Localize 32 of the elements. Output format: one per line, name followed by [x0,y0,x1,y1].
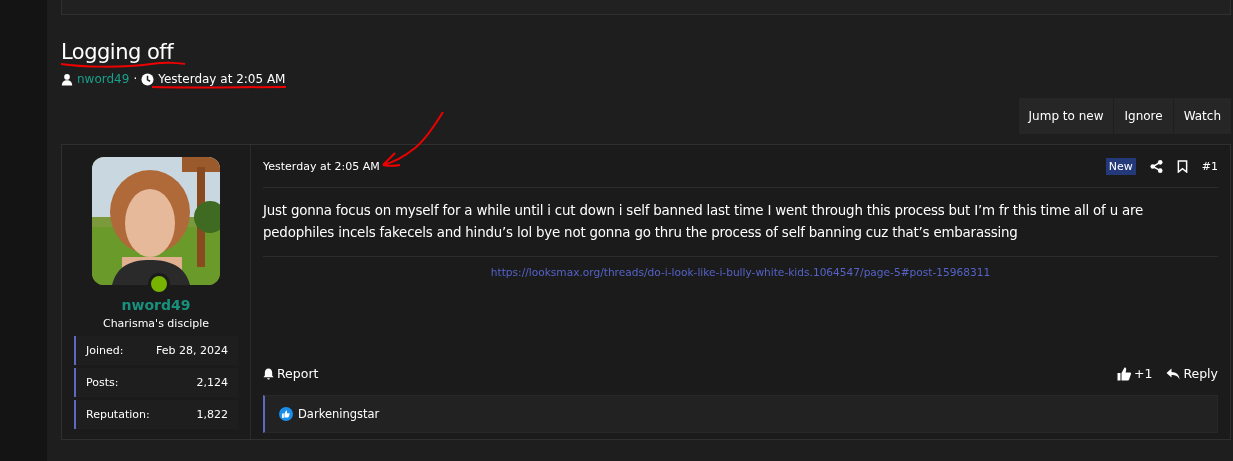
user-icon [61,72,73,86]
stat-value: 2,124 [196,376,228,389]
like-reaction-icon [279,407,293,421]
reaction-user-link[interactable]: Darkeningstar [298,407,380,421]
thread-date: Yesterday at 2:05 AM [158,72,286,86]
username-link[interactable]: nword49 [121,297,191,313]
author-link[interactable]: nword49 [77,72,130,86]
stat-value: 1,822 [196,408,228,421]
separator: · [133,72,138,86]
new-badge: New [1105,157,1136,175]
user-title: Charisma's disciple [102,317,210,330]
bookmark-icon[interactable] [1176,159,1188,173]
post-date-link[interactable]: Yesterday at 2:05 AM [263,159,380,173]
report-link[interactable]: Report [263,366,319,381]
clock-icon [141,72,155,86]
post-number-link[interactable]: #1 [1201,159,1218,173]
thumbs-up-icon [1116,366,1131,381]
thread-action-button[interactable]: Watch [1172,98,1231,134]
like-button[interactable]: +1 [1116,366,1153,381]
post-body: Just gonna focus on myself for a while until i cut down i self banned last time I went through this process but I’m fr this time all of u are pedophiles incels fakecels and hindu’s lol bye not gonna go thru the process of self banning cuz that’s embarassing [263,202,1145,242]
bell-icon [263,367,274,380]
thread-title: Logging off [61,41,174,63]
stat-label: Joined: [86,344,124,357]
stat-label: Reputation: [86,408,150,421]
stat-label: Posts: [86,376,119,389]
reply-link[interactable]: Reply [1166,366,1218,381]
thread-action-button[interactable]: Ignore [1113,98,1173,134]
stat-value: Feb 28, 2024 [156,344,228,357]
thread-action-button[interactable]: Jump to new [1017,98,1114,134]
annotation-arrow [380,110,446,170]
share-icon[interactable] [1149,159,1163,173]
reply-icon [1166,367,1181,380]
